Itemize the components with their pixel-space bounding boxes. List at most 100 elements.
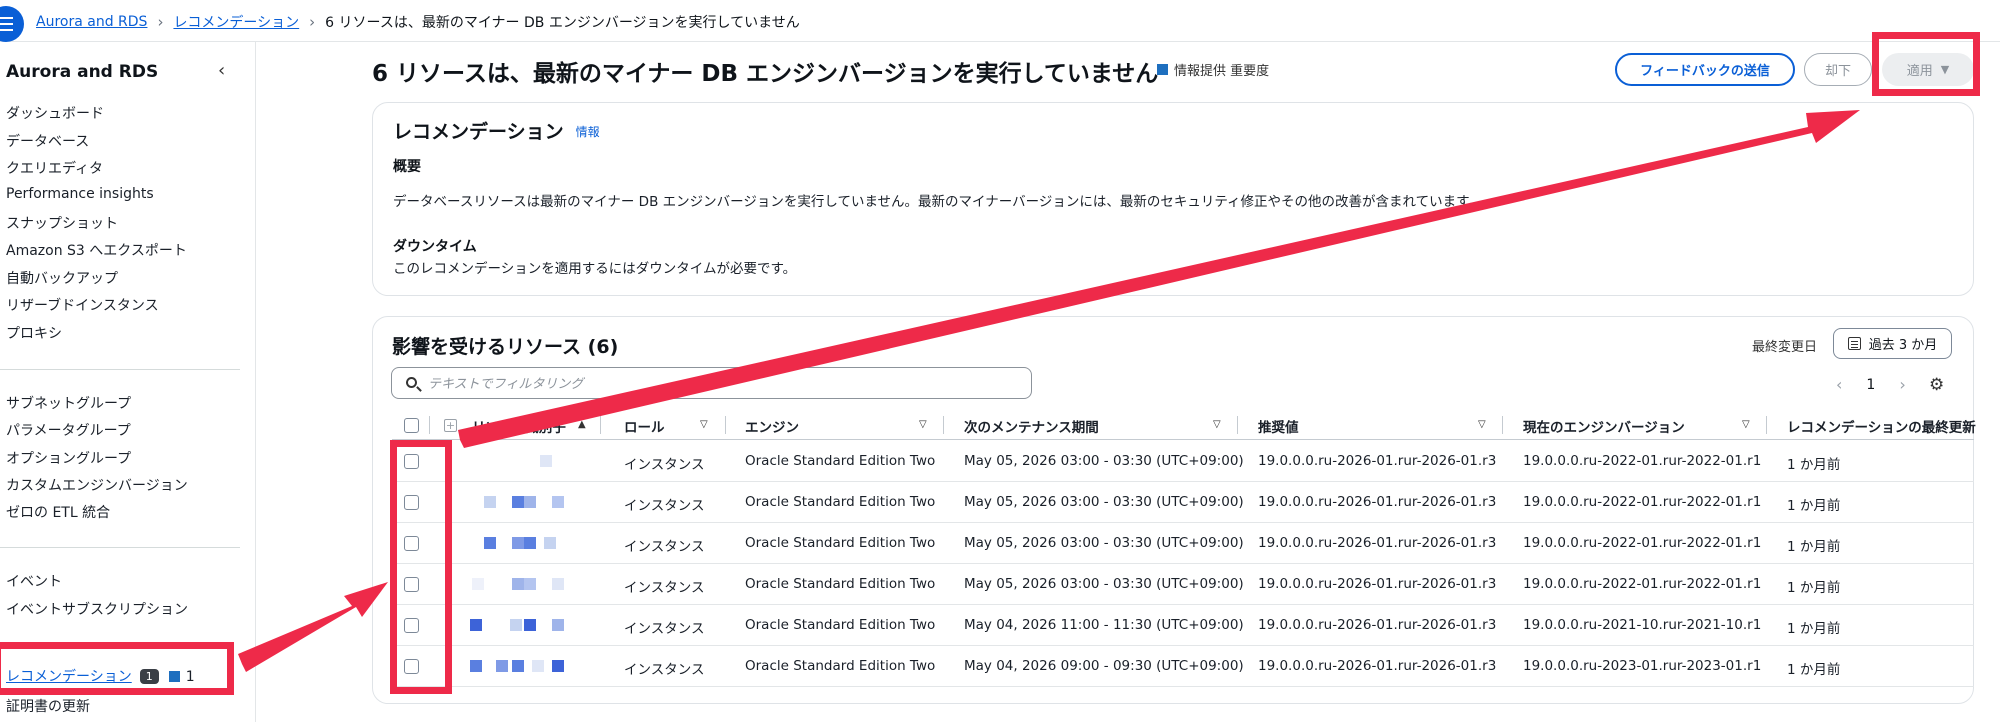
- cell-maintenance-window: May 05, 2026 03:00 - 03:30 (UTC+09:00): [964, 494, 1244, 510]
- breadcrumb-recommendations[interactable]: レコメンデーション: [173, 12, 299, 32]
- sort-icon[interactable]: ▽: [1478, 419, 1486, 430]
- cell-maintenance-window: May 05, 2026 03:00 - 03:30 (UTC+09:00): [964, 535, 1244, 551]
- cell-engine: Oracle Standard Edition Two: [745, 617, 936, 633]
- cell-last-updated: 1 か月前: [1787, 621, 1841, 637]
- sort-icon[interactable]: ▽: [1213, 419, 1221, 430]
- date-range-label: 過去 3 か月: [1868, 338, 1938, 353]
- menu-icon[interactable]: [0, 6, 24, 42]
- sidebar-item-performance-insights[interactable]: Performance insights: [6, 186, 154, 202]
- breadcrumb-aurora-rds[interactable]: Aurora and RDS: [36, 14, 147, 30]
- table-row[interactable]: インスタンス Oracle Standard Edition Two May 0…: [392, 605, 1974, 646]
- redacted-identifier: [524, 619, 536, 631]
- page-title: 6 リソースは、最新のマイナー DB エンジンバージョンを実行していません: [372, 61, 1159, 87]
- sidebar-title: Aurora and RDS: [6, 62, 159, 82]
- gear-icon[interactable]: ⚙: [1929, 375, 1944, 395]
- cell-maintenance-window: May 04, 2026 09:00 - 09:30 (UTC+09:00): [964, 658, 1244, 674]
- cell-role: インスタンス: [624, 662, 705, 678]
- cell-engine: Oracle Standard Edition Two: [745, 453, 936, 469]
- select-all-checkbox[interactable]: [404, 418, 419, 433]
- cell-current-version: 19.0.0.0.ru-2022-01.rur-2022-01.r1: [1523, 494, 1762, 510]
- sort-ascending-icon[interactable]: ▲: [578, 419, 586, 430]
- table-header: + リソース識別子 ▲ ロール ▽ エンジン ▽ 次のメンテナンス期間 ▽ 推奨…: [392, 410, 1976, 440]
- column-header-recommended[interactable]: 推奨値: [1258, 416, 1299, 436]
- recommendation-heading: レコメンデーション 情報: [393, 117, 600, 144]
- table-row[interactable]: インスタンス Oracle Standard Edition Two May 0…: [392, 441, 1974, 482]
- chevron-right-icon[interactable]: ›: [1899, 375, 1905, 394]
- breadcrumb: Aurora and RDS › レコメンデーション › 6 リソースは、最新の…: [36, 12, 800, 32]
- send-feedback-button[interactable]: フィードバックの送信: [1615, 53, 1795, 86]
- column-header-maintenance-window[interactable]: 次のメンテナンス期間: [964, 416, 1099, 436]
- sidebar-item-snapshots[interactable]: スナップショット: [6, 213, 118, 233]
- cell-recommended: 19.0.0.0.ru-2026-01.rur-2026-01.r3: [1258, 494, 1497, 510]
- sidebar-item-events[interactable]: イベント: [6, 571, 62, 591]
- date-range-button[interactable]: 過去 3 か月: [1833, 328, 1952, 359]
- sidebar-item-certificate-update[interactable]: 証明書の更新: [6, 696, 90, 716]
- redacted-identifier: [552, 619, 564, 631]
- cell-role: インスタンス: [624, 539, 705, 555]
- redacted-identifier: [484, 496, 496, 508]
- sidebar-item-query-editor[interactable]: クエリエディタ: [6, 158, 103, 178]
- cell-role: インスタンス: [624, 457, 705, 473]
- table-row[interactable]: インスタンス Oracle Standard Edition Two May 0…: [392, 482, 1974, 523]
- last-modified-label: 最終変更日: [1752, 340, 1818, 355]
- sidebar-item-databases[interactable]: データベース: [6, 131, 89, 151]
- column-header-engine[interactable]: エンジン: [745, 416, 799, 436]
- column-divider: [429, 416, 430, 434]
- expand-all-icon[interactable]: +: [444, 419, 457, 432]
- column-divider: [600, 416, 601, 434]
- sort-icon[interactable]: ▽: [1742, 419, 1750, 430]
- table-row[interactable]: インスタンス Oracle Standard Edition Two May 0…: [392, 564, 1974, 605]
- redacted-identifier: [496, 660, 508, 672]
- chevron-left-icon[interactable]: ‹: [1836, 375, 1842, 394]
- chevron-right-icon: ›: [157, 13, 164, 31]
- table-row[interactable]: インスタンス Oracle Standard Edition Two May 0…: [392, 523, 1974, 564]
- redacted-identifier: [552, 578, 564, 590]
- sidebar-item-proxies[interactable]: プロキシ: [6, 323, 62, 343]
- table-row[interactable]: インスタンス Oracle Standard Edition Two May 0…: [392, 646, 1974, 687]
- sort-icon[interactable]: ▽: [700, 419, 708, 430]
- chevron-right-icon: ›: [309, 13, 316, 31]
- cell-last-updated: 1 か月前: [1787, 539, 1841, 555]
- sidebar-item-zero-etl[interactable]: ゼロの ETL 統合: [6, 502, 110, 522]
- sidebar-item-auto-backups[interactable]: 自動バックアップ: [6, 268, 118, 288]
- column-divider: [943, 416, 944, 434]
- cell-last-updated: 1 か月前: [1787, 580, 1841, 596]
- cell-maintenance-window: May 04, 2026 11:00 - 11:30 (UTC+09:00): [964, 617, 1244, 633]
- sidebar: Aurora and RDS ‹ ダッシュボード データベース クエリエディタ …: [0, 42, 256, 722]
- cell-current-version: 19.0.0.0.ru-2022-01.rur-2022-01.r1: [1523, 576, 1762, 592]
- cell-role: インスタンス: [624, 498, 705, 514]
- sort-icon[interactable]: ▽: [919, 419, 927, 430]
- redacted-identifier: [540, 455, 552, 467]
- info-link[interactable]: 情報: [576, 125, 600, 139]
- sidebar-item-subnet-groups[interactable]: サブネットグループ: [6, 393, 131, 413]
- filter-search-field[interactable]: [391, 367, 1032, 399]
- column-header-resource-id[interactable]: リソース識別子: [472, 416, 566, 436]
- page-number[interactable]: 1: [1866, 377, 1875, 393]
- cell-recommended: 19.0.0.0.ru-2026-01.rur-2026-01.r3: [1258, 617, 1497, 633]
- redacted-identifier: [524, 496, 536, 508]
- sidebar-divider: [0, 369, 240, 370]
- column-header-last-updated[interactable]: レコメンデーションの最終更新: [1787, 416, 1976, 436]
- dismiss-button[interactable]: 却下: [1804, 53, 1872, 86]
- sidebar-item-dashboard[interactable]: ダッシュボード: [6, 103, 104, 123]
- severity-square-icon: [1157, 64, 1168, 75]
- downtime-label: ダウンタイム: [393, 239, 477, 255]
- recommendation-panel: レコメンデーション 情報 概要 データベースリソースは最新のマイナー DB エンジ…: [372, 102, 1974, 296]
- cell-maintenance-window: May 05, 2026 03:00 - 03:30 (UTC+09:00): [964, 453, 1244, 469]
- collapse-sidebar-icon[interactable]: ‹: [218, 60, 225, 81]
- sidebar-item-s3-export[interactable]: Amazon S3 へエクスポート: [6, 240, 187, 260]
- redacted-identifier: [470, 619, 482, 631]
- redacted-identifier: [524, 537, 536, 549]
- column-header-current-version[interactable]: 現在のエンジンバージョン: [1523, 416, 1685, 436]
- sidebar-item-option-groups[interactable]: オプショングループ: [6, 448, 131, 468]
- annotation-box-apply: [1872, 32, 1980, 96]
- calendar-icon: [1847, 337, 1861, 350]
- sidebar-item-reserved-instances[interactable]: リザーブドインスタンス: [6, 295, 159, 315]
- sidebar-item-custom-engine-versions[interactable]: カスタムエンジンバージョン: [6, 475, 188, 495]
- column-header-role[interactable]: ロール: [624, 416, 665, 436]
- sidebar-item-parameter-groups[interactable]: パラメータグループ: [6, 420, 131, 440]
- cell-last-updated: 1 か月前: [1787, 457, 1841, 473]
- cell-maintenance-window: May 05, 2026 03:00 - 03:30 (UTC+09:00): [964, 576, 1244, 592]
- sidebar-item-event-subscriptions[interactable]: イベントサブスクリプション: [6, 599, 188, 619]
- search-input[interactable]: [428, 373, 1018, 395]
